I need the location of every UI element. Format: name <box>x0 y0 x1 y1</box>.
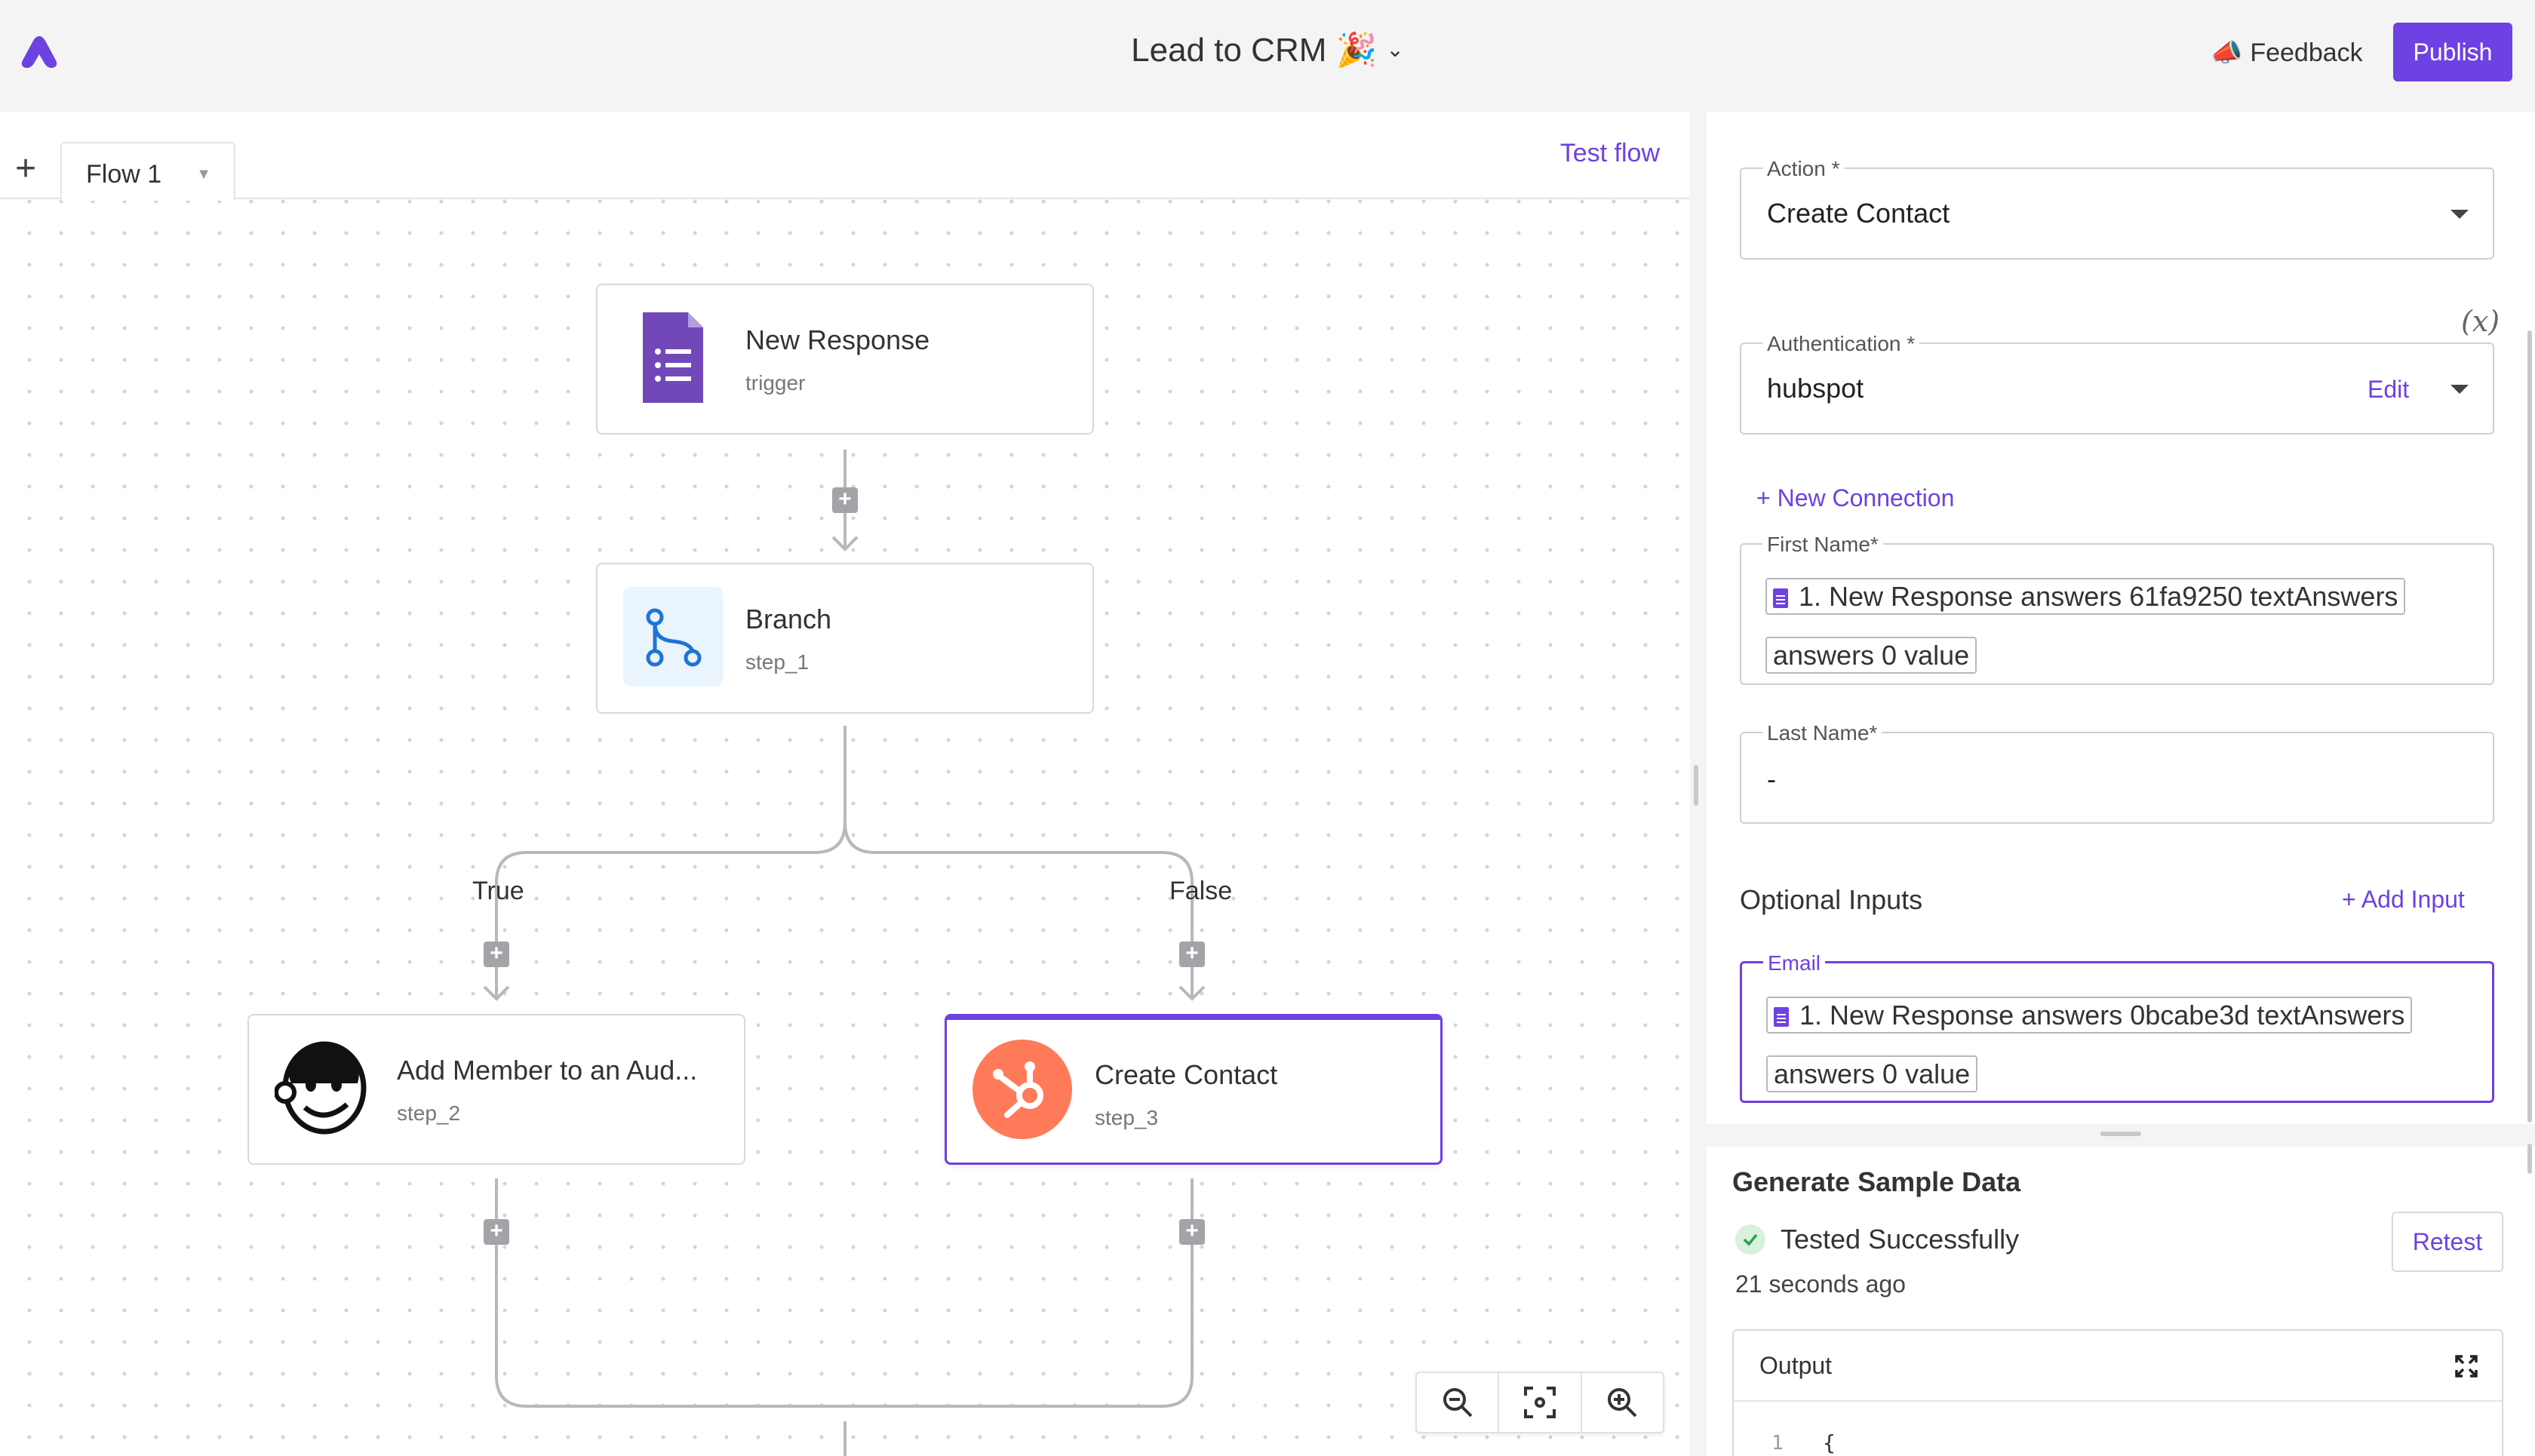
authentication-value: hubspot <box>1767 373 1864 404</box>
email-label: Email <box>1763 951 1826 975</box>
first-name-value[interactable]: 1. New Response answers 61fa9250 textAns… <box>1765 570 2467 688</box>
last-name-value[interactable]: - <box>1767 763 1776 795</box>
output-header: Output <box>1734 1331 2502 1402</box>
megaphone-icon: 📣 <box>2211 38 2243 67</box>
tab-label: Flow 1 <box>86 160 162 189</box>
top-bar: Lead to CRM 🎉 ⌄ 📣 Feedback Publish <box>0 0 2535 112</box>
panel-resize-grip[interactable] <box>2100 1132 2141 1136</box>
new-connection-button[interactable]: + New Connection <box>1756 484 1954 512</box>
retest-button[interactable]: Retest <box>2392 1212 2503 1272</box>
add-flow-icon[interactable]: + <box>15 151 36 187</box>
hubspot-icon <box>973 1040 1072 1139</box>
add-step-icon[interactable]: + <box>1179 941 1205 967</box>
step-node-hubspot[interactable]: Create Contact step_3 <box>945 1014 1443 1165</box>
last-name-field[interactable]: Last Name* - <box>1740 721 2494 824</box>
tab-flow-1[interactable]: Flow 1 ▼ <box>60 142 235 201</box>
step-node-trigger[interactable]: New Response trigger <box>596 284 1094 435</box>
node-title: New Response <box>745 324 930 355</box>
feedback-label: Feedback <box>2250 38 2363 67</box>
flow-tabs: + Flow 1 ▼ Test flow <box>0 112 1690 201</box>
zoom-out-icon <box>1443 1388 1473 1418</box>
output-panel: Output 1 { <box>1732 1329 2503 1456</box>
edit-connection-link[interactable]: Edit <box>2368 376 2409 404</box>
add-step-icon[interactable]: + <box>1179 1219 1205 1245</box>
node-subtitle: trigger <box>745 371 806 395</box>
test-timestamp: 21 seconds ago <box>1735 1270 1906 1298</box>
chip-text: 1. New Response answers 0bcabe3d textAns… <box>1774 1000 2405 1089</box>
settings-scrollbar[interactable] <box>2527 330 2532 1123</box>
zoom-in-icon <box>1608 1388 1637 1418</box>
chip-text: 1. New Response answers 61fa9250 textAns… <box>1773 581 2398 671</box>
authentication-label: Authentication * <box>1762 332 1920 356</box>
add-step-icon[interactable]: + <box>484 941 509 967</box>
google-forms-icon <box>1773 588 1788 608</box>
flow-title[interactable]: Lead to CRM 🎉 ⌄ <box>0 30 2535 69</box>
node-subtitle: step_1 <box>745 650 810 674</box>
panel-resize-handle[interactable] <box>1694 765 1698 806</box>
action-label: Action * <box>1762 157 1845 181</box>
node-subtitle: step_3 <box>1095 1106 1159 1129</box>
first-name-label: First Name* <box>1762 533 1883 557</box>
feedback-button[interactable]: 📣 Feedback <box>2211 33 2363 72</box>
expand-icon[interactable] <box>2454 1353 2479 1379</box>
data-reference-chip[interactable]: 1. New Response answers 61fa9250 textAns… <box>1765 578 2406 674</box>
test-status: Tested Successfully <box>1735 1224 2019 1255</box>
first-name-field[interactable]: First Name* 1. New Response answers 61fa… <box>1740 533 2494 688</box>
branch-false-label: False <box>1169 877 1233 905</box>
test-flow-button[interactable]: Test flow <box>1560 139 1660 168</box>
action-value: Create Contact <box>1767 198 1950 229</box>
chevron-down-icon[interactable]: ⌄ <box>1386 38 1403 61</box>
flow-title-text[interactable]: Lead to CRM 🎉 <box>1131 32 1377 69</box>
google-forms-icon <box>643 312 703 403</box>
caret-down-icon[interactable] <box>2450 385 2469 394</box>
sample-data-title: Generate Sample Data <box>1732 1166 2021 1197</box>
fit-view-button[interactable] <box>1499 1373 1582 1432</box>
focus-icon <box>1523 1387 1556 1418</box>
publish-button[interactable]: Publish <box>2393 23 2512 81</box>
test-status-text: Tested Successfully <box>1781 1224 2020 1255</box>
last-name-label: Last Name* <box>1762 721 1882 745</box>
step-node-branch[interactable]: Branch step_1 <box>596 563 1094 714</box>
step-node-mailchimp[interactable]: Add Member to an Aud... step_2 <box>247 1014 745 1165</box>
caret-down-icon[interactable]: ▼ <box>196 166 211 183</box>
node-title: Add Member to an Aud... <box>397 1055 698 1086</box>
mailchimp-icon <box>275 1041 367 1135</box>
node-title: Create Contact <box>1095 1059 1278 1090</box>
check-circle-icon <box>1735 1224 1765 1255</box>
zoom-out-button[interactable] <box>1417 1373 1500 1432</box>
add-step-icon[interactable]: + <box>484 1219 509 1245</box>
node-subtitle: step_2 <box>397 1101 461 1125</box>
data-reference-chip[interactable]: 1. New Response answers 0bcabe3d textAns… <box>1766 997 2413 1092</box>
variable-toggle[interactable]: (x) <box>2461 305 2500 338</box>
code-line-number: 1 <box>1771 1432 1784 1454</box>
email-value[interactable]: 1. New Response answers 0bcabe3d textAns… <box>1766 989 2468 1107</box>
zoom-in-button[interactable] <box>1582 1373 1663 1432</box>
output-scrollbar[interactable] <box>2527 1144 2532 1174</box>
add-step-icon[interactable]: + <box>832 487 858 513</box>
authentication-select[interactable]: Authentication * hubspot Edit <box>1740 332 2494 435</box>
action-select[interactable]: Action * Create Contact <box>1740 157 2494 260</box>
flow-canvas[interactable]: + Flow 1 ▼ Test flow + + + + + True Fals… <box>0 112 1690 1456</box>
email-field[interactable]: Email 1. New Response answers 0bcabe3d t… <box>1740 951 2494 1103</box>
caret-down-icon[interactable] <box>2450 210 2469 219</box>
add-input-button[interactable]: + Add Input <box>2342 886 2465 914</box>
output-code: { <box>1823 1430 1836 1455</box>
step-settings-panel: Action * Create Contact (x) Authenticati… <box>1707 112 2535 1456</box>
node-title: Branch <box>745 604 832 634</box>
output-title: Output <box>1759 1352 1833 1379</box>
google-forms-icon <box>1774 1007 1789 1027</box>
branch-icon <box>623 587 723 687</box>
optional-inputs-heading: Optional Inputs <box>1740 884 1923 915</box>
zoom-controls <box>1415 1372 1664 1433</box>
branch-true-label: True <box>472 877 524 905</box>
